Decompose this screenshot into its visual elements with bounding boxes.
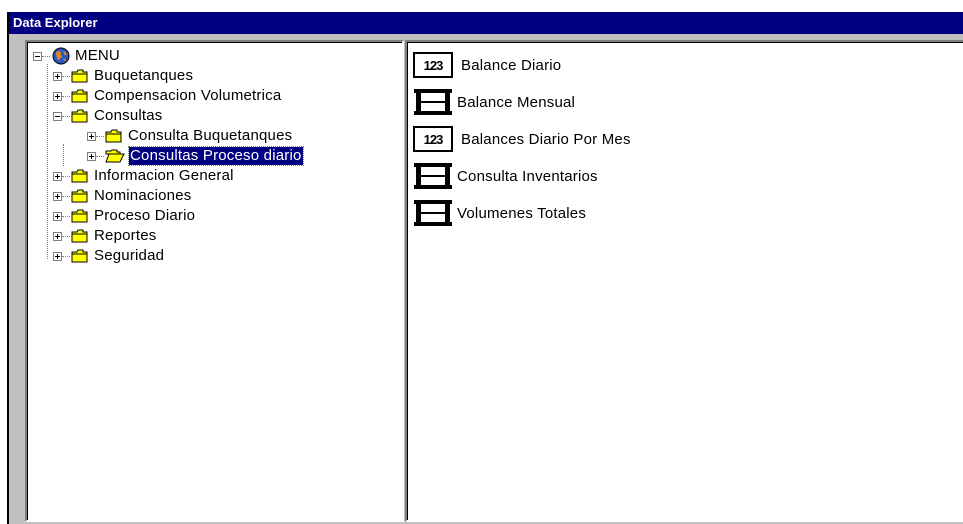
table-icon: [414, 89, 452, 115]
expand-icon[interactable]: [87, 131, 96, 141]
folder-icon: [71, 189, 88, 203]
list-item-balances-diario-por-mes[interactable]: 123 Balances Diario Por Mes: [413, 124, 631, 154]
list-item-label: Balances Diario Por Mes: [461, 130, 631, 148]
folder-icon: [71, 109, 88, 123]
folder-icon: [71, 169, 88, 183]
tree-node-nominaciones[interactable]: Nominaciones: [53, 186, 192, 206]
tree-guide-line: [63, 144, 64, 166]
tree-connector: [42, 55, 50, 57]
number-form-icon: 123: [413, 52, 453, 78]
tree-node-seguridad[interactable]: Seguridad: [53, 246, 165, 266]
tree-node-consulta-buquetanques[interactable]: Consulta Buquetanques: [87, 126, 293, 146]
window-title: Data Explorer: [9, 12, 963, 34]
list-item-balance-mensual[interactable]: Balance Mensual: [413, 87, 575, 117]
tree-label-selected: Consultas Proceso diario: [128, 146, 304, 166]
folder-icon: [71, 229, 88, 243]
collapse-icon[interactable]: [53, 111, 62, 121]
list-item-label: Balance Diario: [461, 56, 562, 74]
tree-label: Buquetanques: [94, 67, 194, 84]
folder-icon: [71, 209, 88, 223]
folder-icon: [105, 129, 122, 143]
tree-connector: [62, 215, 70, 217]
tree-label: Consulta Buquetanques: [128, 127, 293, 144]
tree-label: Nominaciones: [94, 187, 192, 204]
tree-node-buquetanques[interactable]: Buquetanques: [53, 66, 194, 86]
folder-icon: [71, 89, 88, 103]
tree-label: Consultas: [94, 107, 163, 124]
tree-connector: [62, 115, 70, 117]
tree-connector: [96, 155, 104, 157]
tree-label: Informacion General: [94, 167, 234, 184]
number-form-icon-text: 123: [423, 57, 444, 73]
list-item-consulta-inventarios[interactable]: Consulta Inventarios: [413, 161, 598, 191]
expand-icon[interactable]: [53, 171, 62, 181]
data-explorer-window: Data Explorer MENU Buquetanques Compensa…: [7, 12, 963, 524]
folder-icon: [71, 69, 88, 83]
tree-connector: [62, 75, 70, 77]
expand-icon[interactable]: [53, 231, 62, 241]
tree-connector: [62, 195, 70, 197]
expand-icon[interactable]: [53, 251, 62, 261]
tree-connector: [62, 95, 70, 97]
tree-label: Seguridad: [94, 247, 165, 264]
globe-icon: [52, 47, 70, 65]
expand-icon[interactable]: [53, 71, 62, 81]
tree-label: Proceso Diario: [94, 207, 196, 224]
tree-node-consultas-proceso-diario[interactable]: Consultas Proceso diario: [87, 146, 304, 166]
tree-node-menu[interactable]: MENU: [33, 46, 121, 66]
tree-connector: [62, 235, 70, 237]
list-item-label: Consulta Inventarios: [457, 167, 598, 185]
folder-icon: [71, 249, 88, 263]
tree-node-informacion-general[interactable]: Informacion General: [53, 166, 235, 186]
table-icon: [414, 200, 452, 226]
tree-label: Reportes: [94, 227, 157, 244]
tree-connector: [62, 255, 70, 257]
tree-connector: [62, 175, 70, 177]
tree-guide-line: [47, 64, 48, 259]
expand-icon[interactable]: [87, 151, 96, 161]
tree-node-compensacion-volumetrica[interactable]: Compensacion Volumetrica: [53, 86, 282, 106]
number-form-icon-text: 123: [423, 131, 444, 147]
expand-icon[interactable]: [53, 91, 62, 101]
list-item-volumenes-totales[interactable]: Volumenes Totales: [413, 198, 586, 228]
folder-open-icon: [105, 149, 125, 163]
menu-tree-pane[interactable]: MENU Buquetanques Compensacion Volumetri…: [25, 40, 404, 522]
tree-label: Compensacion Volumetrica: [94, 87, 282, 104]
tree-node-reportes[interactable]: Reportes: [53, 226, 157, 246]
list-item-label: Balance Mensual: [457, 93, 576, 111]
tree-node-consultas[interactable]: Consultas: [53, 106, 164, 126]
tree-label: MENU: [75, 47, 120, 64]
tree-node-proceso-diario[interactable]: Proceso Diario: [53, 206, 196, 226]
collapse-icon[interactable]: [33, 51, 42, 61]
number-form-icon: 123: [413, 126, 453, 152]
object-list-pane[interactable]: 123 Balance Diario Balance Mensual 123 B…: [405, 40, 963, 522]
tree-connector: [96, 135, 104, 137]
table-icon: [414, 163, 452, 189]
list-item-balance-diario[interactable]: 123 Balance Diario: [413, 50, 561, 80]
list-item-label: Volumenes Totales: [457, 204, 587, 222]
expand-icon[interactable]: [53, 211, 62, 221]
expand-icon[interactable]: [53, 191, 62, 201]
